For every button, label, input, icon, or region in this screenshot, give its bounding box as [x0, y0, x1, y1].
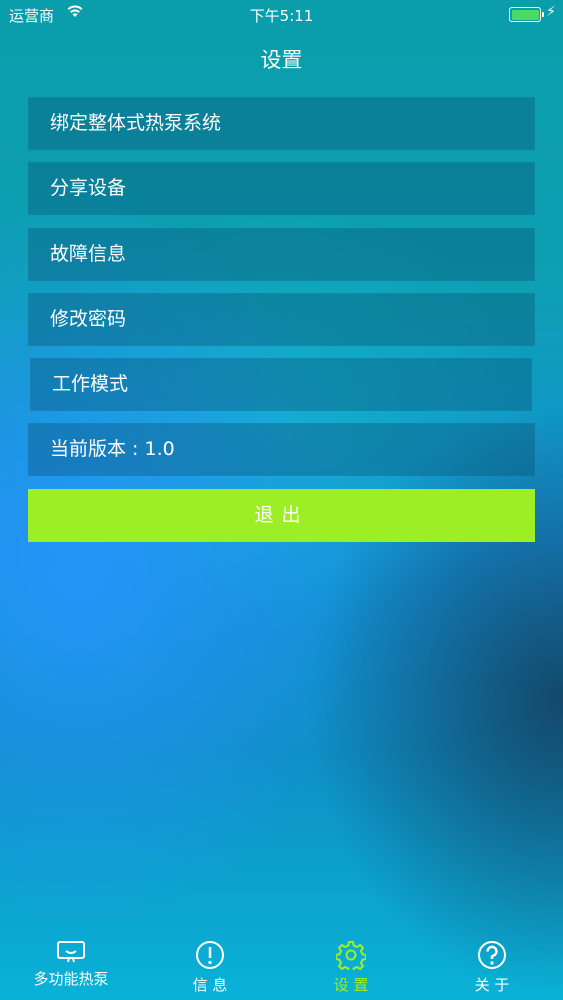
tab-label: 设 置 — [333, 976, 369, 994]
tab-label: 多功能热泵 — [33, 970, 109, 988]
page-title: 设置 — [260, 48, 303, 72]
battery-icon — [509, 7, 544, 22]
status-time: 下午5:11 — [249, 7, 314, 25]
menu-item-share-device[interactable]: 分享设备 — [28, 162, 535, 215]
menu-item-change-password[interactable]: 修改密码 — [28, 293, 535, 346]
tab-heat-pump[interactable]: 多功能热泵 — [1, 930, 141, 1000]
menu-item-fault-info[interactable]: 故障信息 — [28, 228, 535, 281]
menu-item-bind-heat-pump[interactable]: 绑定整体式热泵系统 — [28, 97, 535, 150]
tab-info[interactable]: 信 息 — [140, 930, 280, 1000]
tab-about[interactable]: 关 于 — [422, 930, 562, 1000]
alert-circle-icon — [196, 941, 224, 969]
charging-bolt-icon: ⚡ — [546, 4, 556, 20]
tab-bar: 多功能热泵 信 息 设 置 关 于 — [0, 930, 563, 1000]
tab-label: 信 息 — [192, 976, 228, 994]
heat-pump-icon — [57, 941, 85, 963]
menu-item-version: 当前版本 : 1.0 — [28, 423, 535, 476]
tab-label: 关 于 — [474, 976, 510, 994]
menu-item-work-mode[interactable]: 工作模式 — [30, 358, 532, 411]
status-bar: 运营商 下午5:11 ⚡ — [0, 0, 563, 30]
question-circle-icon — [478, 941, 506, 969]
gear-icon — [336, 941, 366, 970]
logout-button[interactable]: 退出 — [28, 489, 535, 542]
tab-settings[interactable]: 设 置 — [281, 930, 421, 1000]
